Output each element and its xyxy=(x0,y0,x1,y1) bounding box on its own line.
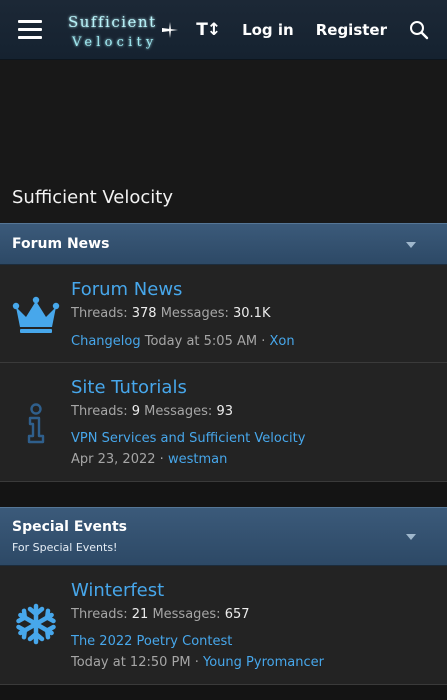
collapse-chevron-icon[interactable] xyxy=(406,242,416,248)
search-icon[interactable] xyxy=(409,20,429,40)
site-logo[interactable]: Sufficient Velocity xyxy=(66,8,184,52)
text-size-icon[interactable]: T↕ xyxy=(196,20,221,40)
logo-graphic: Sufficient Velocity xyxy=(68,12,181,50)
forum-node-site-tutorials: Site Tutorials Threads: 9 Messages: 93 V… xyxy=(0,363,447,482)
latest-post-user-link[interactable]: Xon xyxy=(270,334,295,349)
latest-post-user-link[interactable]: Young Pyromancer xyxy=(203,655,324,670)
category-gap xyxy=(0,482,447,507)
message-count: 30.1K xyxy=(233,306,271,321)
top-navigation-bar: Sufficient Velocity T↕ Log in Register xyxy=(0,0,447,60)
latest-thread-link[interactable]: VPN Services and Sufficient Velocity xyxy=(71,431,305,446)
latest-thread-link[interactable]: The 2022 Poetry Contest xyxy=(71,634,232,649)
latest-post: Changelog Today at 5:05 AM · Xon xyxy=(71,334,295,349)
category-title[interactable]: Forum News xyxy=(12,236,109,252)
category-title[interactable]: Special Events xyxy=(12,519,127,535)
latest-post: The 2022 Poetry Contest xyxy=(71,634,232,649)
latest-post: VPN Services and Sufficient Velocity xyxy=(71,431,305,446)
separator: · xyxy=(194,655,199,670)
category-header-special-events[interactable]: Special Events For Special Events! xyxy=(0,507,447,566)
register-link[interactable]: Register xyxy=(316,21,387,39)
separator: · xyxy=(159,452,164,467)
latest-post-user-link[interactable]: westman xyxy=(168,452,227,467)
info-icon xyxy=(12,400,60,448)
forum-node-forum-news: Forum News Threads: 378 Messages: 30.1K … xyxy=(0,265,447,363)
login-link[interactable]: Log in xyxy=(242,21,294,39)
separator: · xyxy=(261,334,266,349)
collapse-chevron-icon[interactable] xyxy=(406,534,416,540)
bottom-gap xyxy=(0,685,447,700)
latest-post-date[interactable]: Today at 5:05 AM xyxy=(145,334,257,349)
latest-post-date[interactable]: Apr 23, 2022 xyxy=(71,452,156,467)
forum-stats: Threads: 9 Messages: 93 xyxy=(71,404,233,419)
latest-post-meta: Today at 12:50 PM · Young Pyromancer xyxy=(71,655,324,670)
forum-title-link[interactable]: Winterfest xyxy=(71,580,164,601)
menu-hamburger-icon[interactable] xyxy=(14,16,46,44)
latest-post-date[interactable]: Today at 12:50 PM xyxy=(71,655,191,670)
thread-count: 21 xyxy=(131,607,149,622)
category-description: For Special Events! xyxy=(12,541,118,554)
crown-icon xyxy=(12,291,60,339)
snowflake-icon xyxy=(12,600,60,648)
user-navigation: T↕ Log in Register xyxy=(196,0,447,60)
latest-post-meta: Apr 23, 2022 · westman xyxy=(71,452,227,467)
forum-stats: Threads: 378 Messages: 30.1K xyxy=(71,306,271,321)
forum-node-winterfest: Winterfest Threads: 21 Messages: 657 The… xyxy=(0,566,447,685)
forum-title-link[interactable]: Site Tutorials xyxy=(71,377,187,398)
page-title: Sufficient Velocity xyxy=(12,187,174,208)
thread-count: 378 xyxy=(131,306,157,321)
svg-text:Velocity: Velocity xyxy=(71,35,157,50)
message-count: 93 xyxy=(216,404,233,419)
thread-count: 9 xyxy=(131,404,141,419)
forum-stats: Threads: 21 Messages: 657 xyxy=(71,607,250,622)
forum-title-link[interactable]: Forum News xyxy=(71,279,182,300)
message-count: 657 xyxy=(224,607,250,622)
svg-text:Sufficient: Sufficient xyxy=(68,13,157,31)
category-header-forum-news[interactable]: Forum News xyxy=(0,223,447,265)
latest-thread-link[interactable]: Changelog xyxy=(71,334,141,349)
